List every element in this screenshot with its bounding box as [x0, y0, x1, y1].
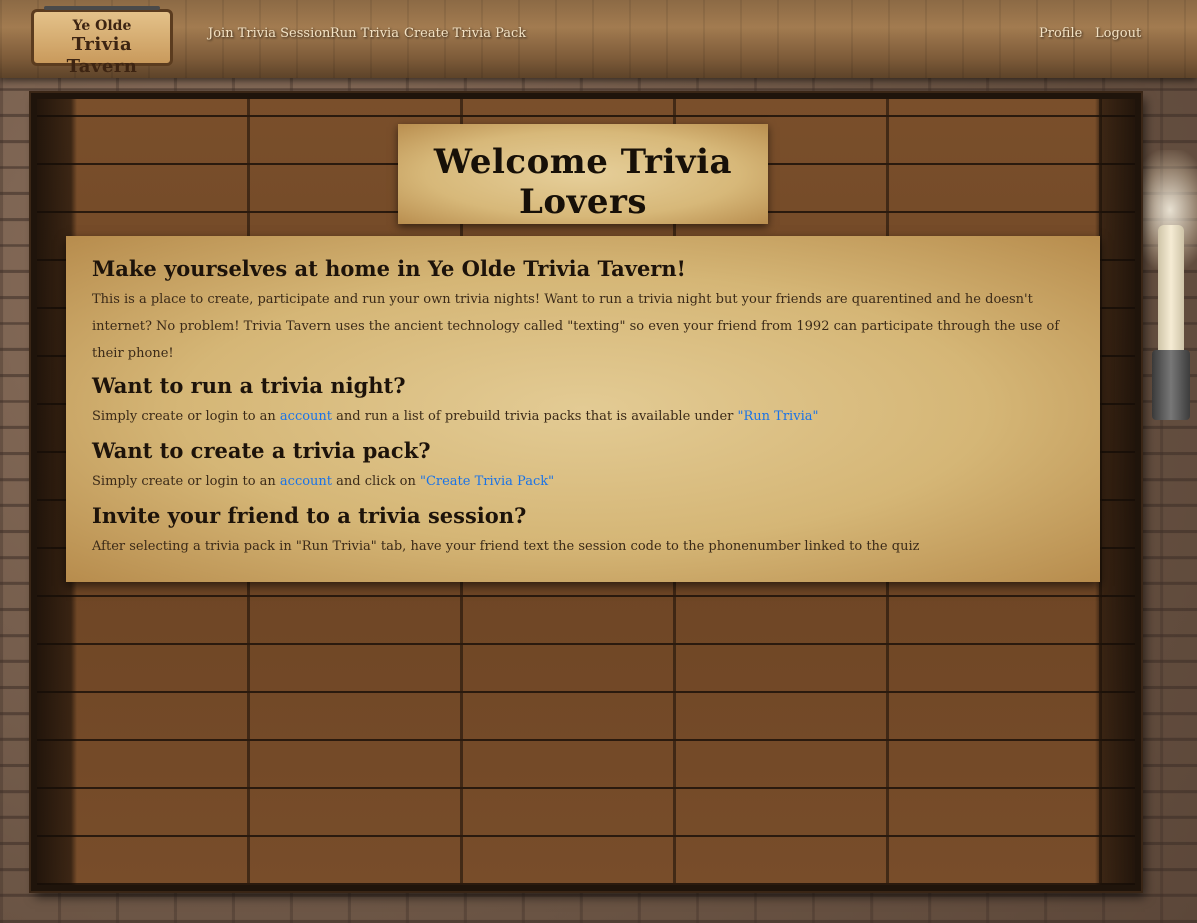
run-text-middle: and run a list of prebuild trivia packs …	[332, 409, 738, 424]
intro-text: This is a place to create, participate a…	[92, 292, 1060, 361]
logo-hanger	[44, 6, 160, 10]
run-text-before: Simply create or login to an	[92, 409, 280, 424]
title-parchment: Welcome Trivia Lovers	[398, 124, 768, 224]
run-trivia-link[interactable]: "Run Trivia"	[738, 409, 819, 424]
page-title: Welcome Trivia Lovers	[433, 142, 733, 222]
logo-line-1: Ye Olde	[72, 18, 132, 34]
nav-profile[interactable]: Profile	[1039, 26, 1082, 41]
create-account-link[interactable]: account	[280, 474, 332, 489]
welcome-heading: Make yourselves at home in Ye Olde Trivi…	[92, 256, 686, 281]
invite-heading: Invite your friend to a trivia session?	[92, 503, 527, 528]
run-trivia-heading: Want to run a trivia night?	[92, 373, 406, 398]
wall-candle-lamp	[1130, 150, 1197, 430]
nav-logout[interactable]: Logout	[1095, 26, 1141, 41]
run-trivia-text: Simply create or login to an account and…	[92, 403, 1074, 430]
nav-join-trivia-session[interactable]: Join Trivia Session	[208, 26, 330, 41]
info-parchment: Make yourselves at home in Ye Olde Trivi…	[66, 236, 1100, 582]
top-navbar: Ye Olde Trivia Tavern Join Trivia Sessio…	[0, 0, 1197, 78]
run-account-link[interactable]: account	[280, 409, 332, 424]
tavern-logo[interactable]: Ye Olde Trivia Tavern	[31, 6, 173, 77]
create-trivia-pack-link[interactable]: "Create Trivia Pack"	[420, 474, 554, 489]
candle	[1158, 225, 1184, 355]
create-pack-heading: Want to create a trivia pack?	[92, 438, 431, 463]
nav-create-trivia-pack[interactable]: Create Trivia Pack	[404, 26, 526, 41]
logo-line-2: Trivia Tavern	[66, 34, 138, 77]
create-text-middle: and click on	[332, 474, 420, 489]
create-text-before: Simply create or login to an	[92, 474, 280, 489]
candle-holder	[1152, 350, 1190, 420]
nav-run-trivia[interactable]: Run Trivia	[330, 26, 399, 41]
invite-text: After selecting a trivia pack in "Run Tr…	[92, 539, 920, 554]
create-pack-text: Simply create or login to an account and…	[92, 468, 1074, 495]
